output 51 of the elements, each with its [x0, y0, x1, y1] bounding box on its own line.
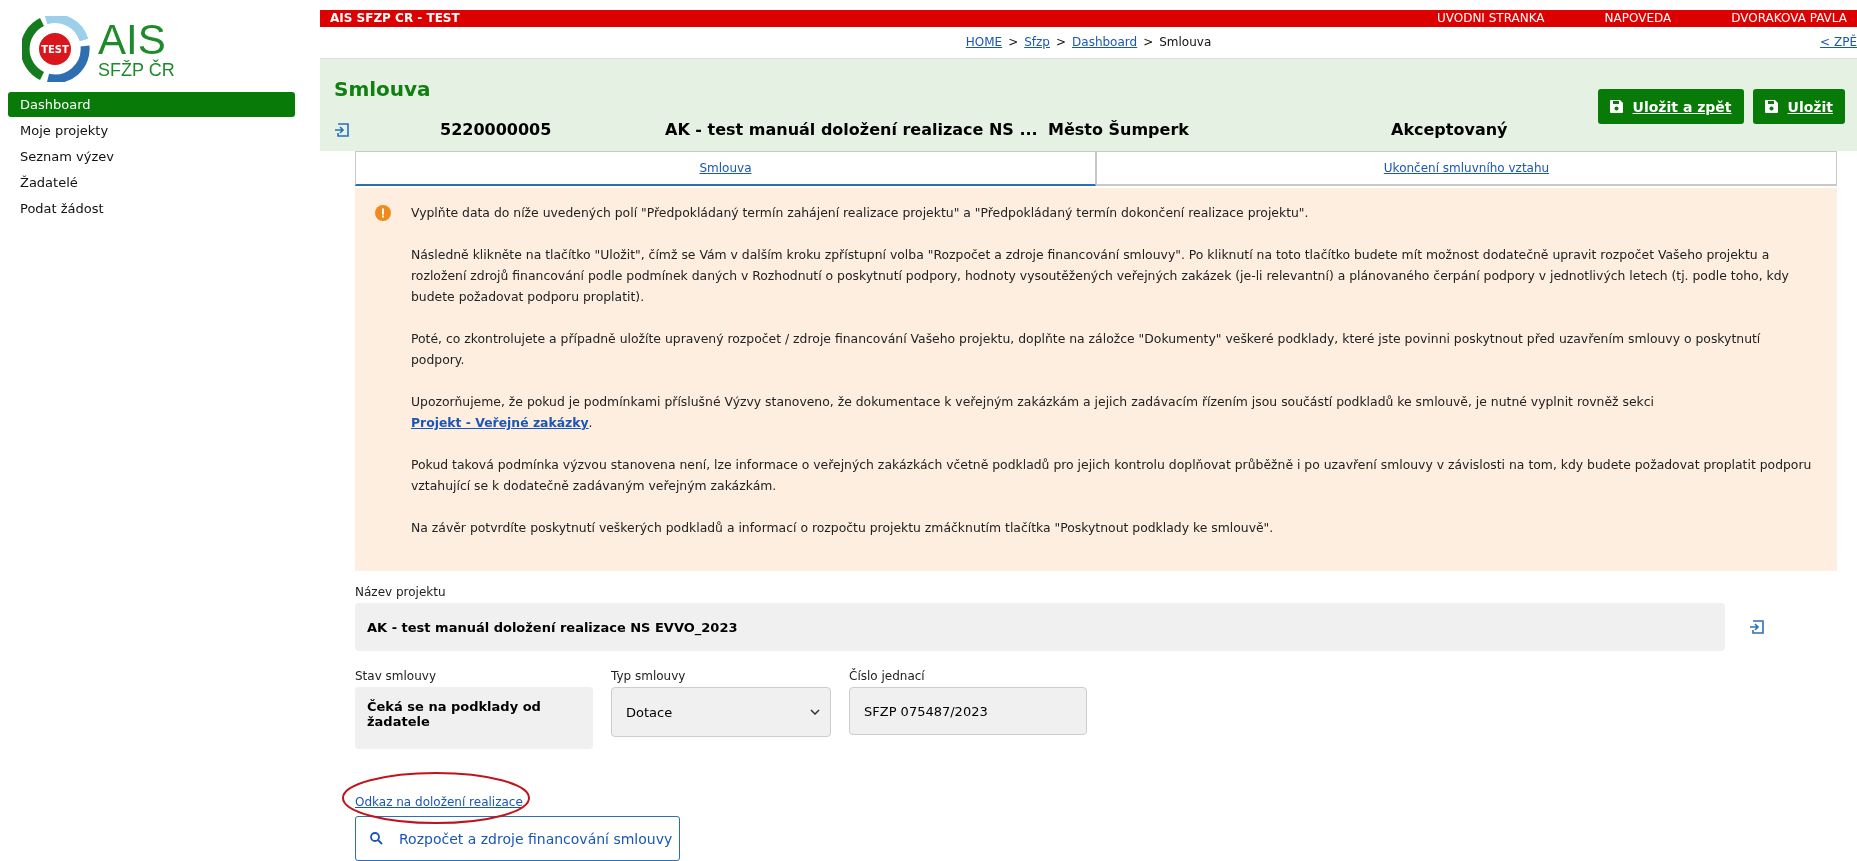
sidebar-item[interactable]: Seznam výzev [8, 144, 295, 169]
summary-text: Akceptovaný [1391, 120, 1509, 139]
info-paragraph: Poté, co zkontrolujete a případně uložíte upravený rozpočet / zdroje financování Vašeho projektu, doplňte na záložce "Dokumenty" veškeré podklady, které jste povinni poskytnout před uzavřením smlouvy o poskytnutí podpory. [411, 330, 1762, 369]
breadcrumb-link[interactable]: Sfzp [1024, 35, 1050, 50]
field-label: Stav smlouvy [355, 669, 438, 683]
save-button[interactable]: Uložit [1752, 89, 1845, 124]
breadcrumb-current: Smlouva [1159, 35, 1212, 50]
breadcrumb-separator: > [1008, 35, 1019, 50]
breadcrumb-separator: > [1143, 35, 1154, 50]
summary-text: AK - test manuál doložení realizace NS ... [665, 120, 1039, 139]
info-paragraph: Upozorňujeme, že pokud je podmínkami příslušné Výzvy stanoveno, že dokumentace k veřejným zakázkám a jejich zadávacím řízením jsou součástí podkladů ke smlouvě, je nutné vyplnit rovněž sekci Projekt - Veřejné zakázky. [411, 393, 1656, 432]
info-paragraph: Následně klikněte na tlačítko "Uložit", čímž se Vám v dalším kroku zpřístupní volba "Rozpočet a zdroje financování smlouvy". Po kliknutí na toto tlačítko budete mít možnost dodatečně upravit rozpočet Vašeho projektu a rozložení zdrojů financování podle podmínek daných v Rozhodnutí o poskytnutí podpory, hodnoty vysoutěžených veřejných zakázek (je-li relevantní) a plánovaného čerpání podpory v jednotlivých letech (tj. podle toho, kdy budete požadovat podporu proplatit). [411, 246, 1790, 306]
sidebar-item[interactable]: Podat žádost [8, 196, 295, 221]
tab[interactable]: Smlouva [355, 151, 1096, 186]
breadcrumb-link[interactable]: HOME [965, 35, 1003, 50]
sign-in-icon[interactable] [1749, 620, 1765, 634]
app-title: AIS SFZP CR - TEST [330, 11, 461, 26]
top-link[interactable]: UVODNI STRANKA [1436, 11, 1545, 26]
save-button[interactable]: Uložit a zpět [1597, 89, 1744, 124]
field-label: Typ smlouvy [611, 669, 687, 683]
section-link[interactable]: Projekt - Veřejné zakázky [411, 415, 589, 430]
sign-in-icon[interactable] [334, 122, 350, 137]
info-paragraph: Vyplňte data do níže uvedených polí "Předpokládaný termín zahájení realizace projektu" a "Předpokládaný termín dokončení realizace projektu". [411, 204, 1310, 222]
field-label: Číslo jednací [849, 669, 926, 683]
logo-emblem: TEST [22, 16, 90, 82]
sidebar-item[interactable]: Žadatelé [8, 170, 295, 195]
type-select[interactable]: Dotace [611, 687, 831, 737]
top-link[interactable]: DVORAKOVA PAVLA [1731, 11, 1847, 26]
save-icon [1609, 100, 1623, 113]
summary-text: Město Šumperk [1048, 120, 1190, 139]
field-label: Název projektu [355, 585, 447, 599]
breadcrumb-separator: > [1055, 35, 1067, 50]
info-icon [375, 205, 391, 221]
budget-button[interactable]: Rozpočet a zdroje financování smlouvy [355, 816, 680, 861]
tab[interactable]: Ukončení smluvního vztahu [1096, 151, 1837, 186]
page-title: Smlouva [334, 77, 431, 101]
logo-subtitle: SFŽP ČR [98, 61, 175, 79]
info-paragraph: Na závěr potvrdíte poskytnutí veškerých podkladů a informací o rozpočtu projektu zmáčknutím tlačítka "Poskytnout podklady ke smlouvě". [411, 519, 1275, 537]
top-link[interactable]: NAPOVEDA [1604, 11, 1672, 26]
info-paragraph: Pokud taková podmínka výzvou stanovena není, lze informace o veřejných zakázkách včetně podkladů pro jejich kontrolu doplňovat průběžně i po uzavření smlouvy v závislosti na tom, kdy budete požadovat proplatit podporu vztahující se k dodatečně zadávaným veřejným zakázkám. [411, 456, 1813, 495]
status-field: Čeká se na podklady od žadatele [355, 687, 593, 749]
project-name-field: AK - test manuál doložení realizace NS EVVO_2023 [355, 603, 1725, 651]
chevron-down-icon [810, 709, 820, 715]
breadcrumb-link[interactable]: Dashboard [1072, 35, 1138, 50]
sidebar-item[interactable]: Dashboard [8, 92, 295, 117]
back-link[interactable]: < ZPĚ [1820, 35, 1857, 50]
save-icon [1764, 100, 1778, 113]
search-icon [370, 832, 383, 845]
sidebar-item[interactable]: Moje projekty [8, 118, 295, 143]
reference-field[interactable]: SFZP 075487/2023 [849, 687, 1087, 735]
summary-text: 5220000005 [440, 120, 553, 139]
